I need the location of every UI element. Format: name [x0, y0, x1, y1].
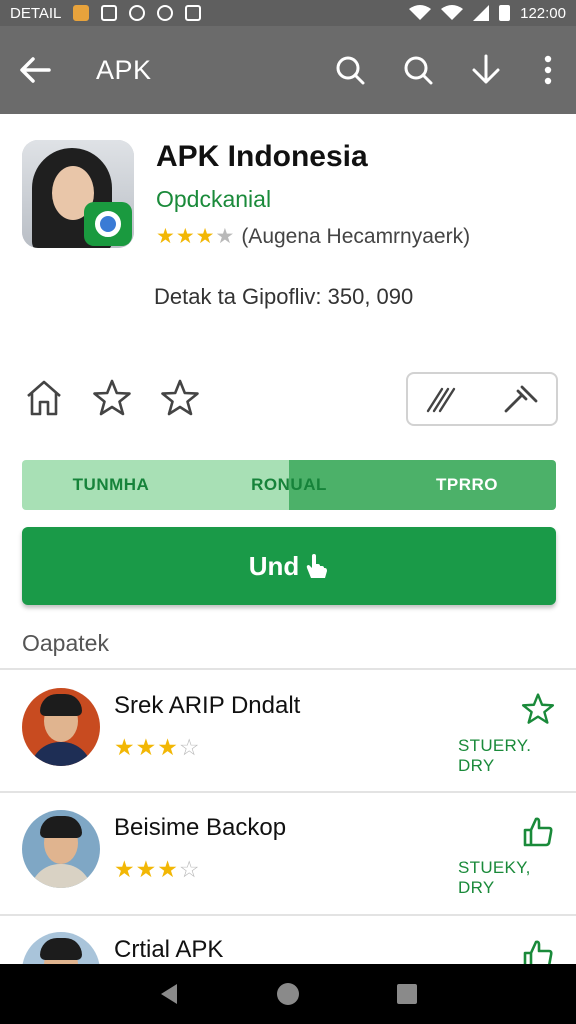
list-item-title: Crtial APK: [114, 936, 224, 963]
back-button[interactable]: [0, 26, 70, 114]
edit-icon[interactable]: [424, 383, 460, 415]
app-bar-title: APK: [96, 54, 152, 85]
app-name: APK Indonesia: [156, 140, 368, 173]
star-outline-icon: [161, 379, 199, 416]
signal-icon: [473, 5, 490, 21]
tab-1[interactable]: TUNMHA: [22, 460, 200, 510]
location-icon: [129, 5, 146, 21]
home-icon: [27, 380, 61, 416]
favorite-button[interactable]: [90, 376, 134, 420]
more-vert-icon: [544, 55, 552, 85]
hand-pointer-icon: [307, 554, 328, 578]
back-arrow-icon: [20, 57, 51, 83]
tab-3[interactable]: TPRRO: [378, 460, 556, 510]
list-item-action[interactable]: [458, 936, 558, 964]
nav-recents-button[interactable]: [387, 974, 427, 1014]
rating-text: (Augena Hecamrnyaerk): [241, 224, 471, 248]
nav-recents-icon: [396, 984, 417, 1004]
app-badge-icon: [84, 202, 132, 246]
gallery-icon: [185, 5, 202, 21]
thumb-up-icon: [523, 940, 553, 964]
app-icon: [22, 140, 134, 248]
tab-2[interactable]: RONUAL: [200, 460, 378, 510]
avatar: [22, 810, 100, 888]
nav-back-button[interactable]: [149, 974, 189, 1014]
avatar: [22, 932, 100, 964]
tool-icon[interactable]: [500, 383, 540, 415]
carrier-label: DETAIL: [10, 4, 62, 22]
nav-home-button[interactable]: [268, 974, 308, 1014]
wifi-icon: [409, 5, 432, 20]
list-item-stars: ★★★☆: [114, 734, 201, 760]
download-icon: [472, 54, 500, 84]
clock: 122:00: [520, 4, 566, 22]
system-nav-bar: [0, 964, 576, 1024]
notification-icon: [101, 5, 118, 21]
list-item-action-label: STUEKY, DRY: [458, 858, 531, 897]
nav-back-icon: [161, 984, 178, 1004]
battery-icon: [499, 5, 511, 21]
rate-button[interactable]: [158, 376, 202, 420]
rating-stars: ★★★★: [156, 225, 236, 248]
nav-home-icon: [276, 983, 299, 1005]
tab-bar: TUNMHA RONUAL TPRRO: [22, 460, 556, 510]
list-item-action-label: STUERY. DRY: [458, 736, 532, 775]
avatar: [22, 688, 100, 766]
list-item-action[interactable]: STUEKY, DRY: [458, 814, 558, 897]
divider: [0, 791, 576, 793]
list-item-action[interactable]: STUERY. DRY: [458, 692, 558, 775]
actions-row: [22, 372, 558, 428]
home-button[interactable]: [22, 376, 66, 420]
search-button[interactable]: [316, 26, 384, 114]
primary-action-button[interactable]: Und: [22, 527, 556, 605]
search-button-2[interactable]: [384, 26, 452, 114]
app-detail: Detak ta Gipofliv: 350, 090: [154, 284, 414, 309]
app-rating: ★★★★ (Augena Hecamrnyaerk): [156, 224, 470, 249]
list-item-title: Srek ARIP Dndalt: [114, 692, 301, 719]
status-bar: DETAIL 122:00: [0, 0, 576, 26]
download-button[interactable]: [452, 26, 520, 114]
content: APK Indonesia Opdckanial ★★★★ (Augena He…: [0, 114, 576, 964]
list-item[interactable]: Crtial APK: [0, 932, 576, 964]
section-title: Oapatek: [22, 630, 109, 656]
more-options-button[interactable]: [520, 26, 576, 114]
app-bar: APK: [0, 26, 576, 114]
star-outline-icon: [521, 693, 555, 724]
primary-action-label: Und: [248, 550, 300, 581]
list-item-title: Beisime Backop: [114, 814, 287, 841]
app-developer[interactable]: Opdckanial: [156, 186, 271, 213]
divider: [0, 914, 576, 916]
search-icon: [404, 56, 433, 85]
tools-group: [406, 372, 558, 426]
list-item-stars: ★★★☆: [114, 856, 201, 882]
wifi-icon: [441, 5, 464, 20]
notification-icon: [73, 5, 90, 21]
divider: [0, 668, 576, 670]
app-header: APK Indonesia Opdckanial ★★★★ (Augena He…: [22, 140, 562, 340]
search-icon: [336, 56, 365, 85]
star-outline-icon: [93, 379, 131, 416]
thumb-up-icon: [523, 817, 553, 847]
alarm-icon: [157, 5, 174, 21]
